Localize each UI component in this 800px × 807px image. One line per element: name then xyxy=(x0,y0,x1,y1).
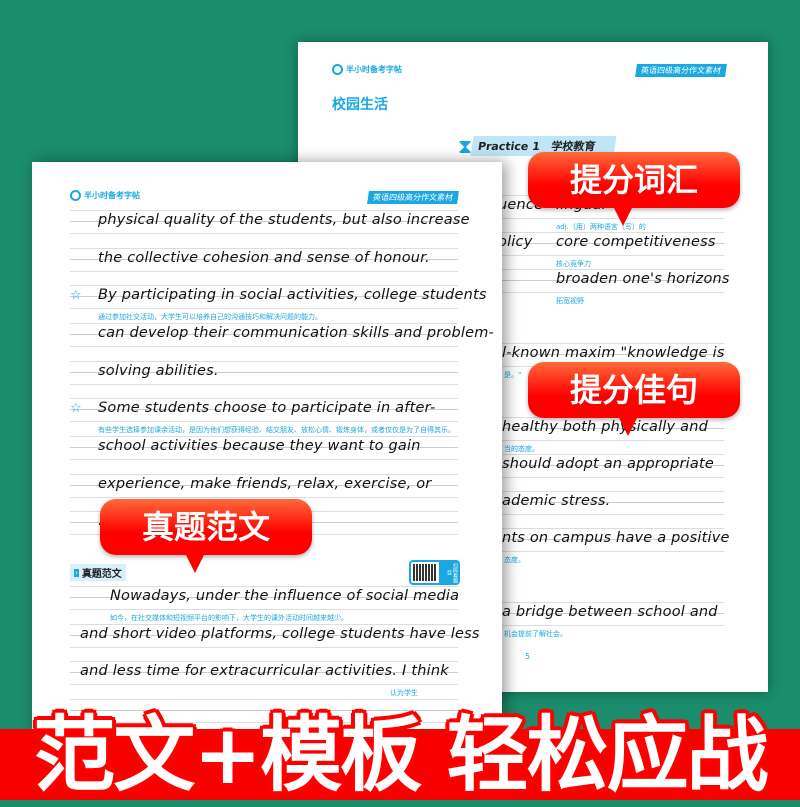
arrow-icon: › xyxy=(74,568,79,577)
text-row: Nowadays, under the influence of social … xyxy=(70,586,460,610)
text-row: ☆ Some students choose to participate in … xyxy=(70,398,458,422)
clock-icon xyxy=(332,64,343,75)
handwriting-text: core competitiveness xyxy=(556,234,716,250)
chinese-translation: 态度。 xyxy=(504,556,525,564)
handwriting-text: a bridge between school and xyxy=(502,604,718,620)
slogan: 范文+模板 轻松应战 xyxy=(33,708,768,803)
handwriting-text: Nowadays, under the influence of social … xyxy=(110,588,460,604)
brand-text: 半小时备考字帖 xyxy=(346,65,402,74)
text-row: the collective cohesion and sense of hon… xyxy=(70,248,458,272)
callout-vocab: 提分词汇 xyxy=(528,152,740,226)
handwriting-text: should adopt an appropriate xyxy=(502,456,715,472)
handwriting-text: physical quality of the students, but al… xyxy=(98,212,470,228)
handwriting-text: ademic stress. xyxy=(502,493,611,509)
handwriting-text: can develop their communication skills a… xyxy=(98,325,494,341)
front-page: 半小时备考字帖 英语四级高分作文素材 physical quality of t… xyxy=(32,162,502,762)
text-row: experience, make friends, relax, exercis… xyxy=(70,474,458,498)
handwriting-text: solving abilities. xyxy=(98,363,219,379)
book-tag: 英语四级高分作文素材 xyxy=(367,191,459,204)
qr-code-icon xyxy=(413,564,437,581)
handwriting-text: experience, make friends, relax, exercis… xyxy=(98,476,432,492)
chinese-translation: 当的态度。 xyxy=(504,445,539,453)
text-row: and less time for extracurricular activi… xyxy=(70,661,458,685)
clock-icon xyxy=(70,190,81,201)
text-row: school activities because they want to g… xyxy=(70,436,458,460)
handwriting-text: Some students choose to participate in a… xyxy=(98,400,436,416)
callout-essays: 真题范文 xyxy=(100,499,312,573)
chinese-translation: 机会提前了解社会。 xyxy=(504,630,567,638)
brand-logo: 半小时备考字帖 xyxy=(70,190,140,201)
handwriting-text: and short video platforms, college stude… xyxy=(80,626,480,642)
text-row: solving abilities. xyxy=(70,361,458,385)
handwriting-text: school activities because they want to g… xyxy=(98,438,421,454)
text-row: physical quality of the students, but al… xyxy=(70,210,470,234)
handwriting-text: healthy both physically and xyxy=(502,419,708,435)
chinese-translation: 通过参加社交活动，大学生可以培养自己的沟通技巧和解决问题的能力。 xyxy=(98,313,322,321)
handwriting-text: l-known maxim "knowledge is xyxy=(502,345,725,361)
book-tag: 英语四级高分作文素材 xyxy=(635,64,727,77)
brand-logo: 半小时备考字帖 xyxy=(332,64,402,75)
page-number: 5 xyxy=(525,652,531,661)
handwriting-text: and less time for extracurricular activi… xyxy=(80,663,449,679)
handwriting-text: olicy xyxy=(498,234,533,250)
chinese-translation: 如今，在社交媒体和短视频平台的影响下，大学生的课外活动时间越来越少。 xyxy=(110,614,348,622)
brand-text: 半小时备考字帖 xyxy=(84,191,140,200)
handwriting-text: By participating in social activities, c… xyxy=(98,287,487,303)
handwriting-text: broaden one's horizons xyxy=(556,271,730,287)
callout-sentences: 提分佳句 xyxy=(528,362,740,436)
chinese-translation: 核心竞争力 xyxy=(556,260,591,268)
handwriting-text: the collective cohesion and sense of hon… xyxy=(98,250,430,266)
section-label: › 真题范文 xyxy=(70,564,126,581)
handwriting-text: nts on campus have a positive xyxy=(502,530,730,546)
text-row: and short video platforms, college stude… xyxy=(70,624,479,648)
chinese-translation: 拓宽视野 xyxy=(556,297,584,305)
text-row: can develop their communication skills a… xyxy=(70,323,494,347)
star-icon: ☆ xyxy=(70,401,82,416)
qr-code[interactable]: 扫码看题目 xyxy=(409,560,460,585)
chinese-translation: 有些学生选择参加课余活动，是因为他们想获得经验、结交朋友、放松心情、锻炼身体，或… xyxy=(98,426,455,434)
star-icon: ☆ xyxy=(70,288,82,303)
chinese-translation: 是。" xyxy=(504,371,522,379)
text-row: ☆ By participating in social activities, … xyxy=(70,285,486,309)
section-title: 校园生活 xyxy=(332,97,388,113)
